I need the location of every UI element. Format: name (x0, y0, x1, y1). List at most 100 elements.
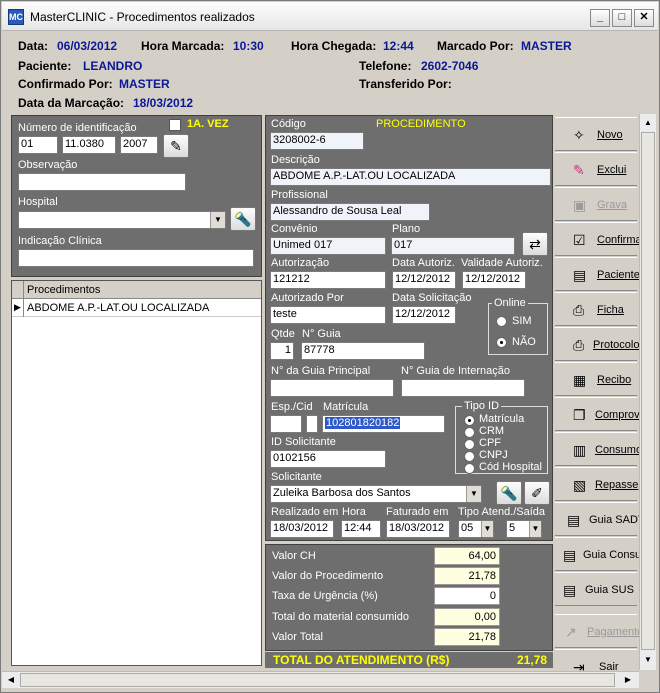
chevron-down-icon[interactable]: ▼ (466, 486, 481, 502)
hospital-search-button[interactable]: 🔦 (230, 207, 256, 231)
recibo-button[interactable]: ▦ Recibo (555, 362, 637, 396)
grava-button[interactable]: ▣ Grava (555, 187, 637, 221)
horizontal-scrollbar[interactable]: ◀ ▶ (2, 671, 639, 688)
scroll-up-icon[interactable]: ▲ (641, 115, 655, 131)
observacao-input[interactable] (18, 173, 186, 191)
consumo-button[interactable]: ▥ Consumo (555, 432, 642, 466)
indicacao-clinica-label: Indicação Clínica (18, 235, 102, 247)
maximize-button[interactable]: □ (612, 9, 632, 27)
vertical-scroll-thumb[interactable] (641, 132, 655, 650)
qtde-input[interactable]: 1 (270, 342, 294, 360)
repasse-button[interactable]: ▧ Repasse (555, 467, 638, 501)
window-title: MasterCLINIC - Procedimentos realizados (30, 10, 255, 24)
indicacao-clinica-input[interactable] (18, 249, 254, 267)
table-row[interactable]: ▶ ABDOME A.P.-LAT.OU LOCALIZADA (12, 299, 261, 317)
pagamento-button[interactable]: ↗ Pagamento (555, 614, 643, 648)
online-nao-radio[interactable] (496, 337, 507, 348)
material-consumido-value: 0,00 (434, 608, 500, 626)
tipo-id-cnpj-radio[interactable] (464, 451, 475, 462)
close-button[interactable]: ✕ (634, 9, 654, 27)
novo-button[interactable]: ✧ Novo (555, 117, 637, 151)
faturado-em-input[interactable]: 18/03/2012 (386, 520, 450, 538)
id-part3-input[interactable]: 2007 (120, 136, 158, 154)
hora-input[interactable]: 12:44 (341, 520, 381, 538)
data-autorizacao-input[interactable]: 12/12/2012 (392, 271, 456, 289)
cid-input[interactable] (306, 415, 318, 433)
guia-sadt-button[interactable]: ▤ Guia SADT (555, 502, 645, 536)
procedure-cell[interactable]: ABDOME A.P.-LAT.OU LOCALIZADA (27, 302, 209, 314)
data-solicitacao-input[interactable]: 12/12/2012 (392, 306, 456, 324)
taxa-urgencia-label: Taxa de Urgência (%) (272, 590, 378, 602)
procedures-grid[interactable]: Procedimentos ▶ ABDOME A.P.-LAT.OU LOCAL… (11, 280, 262, 666)
convenio-label: Convênio (271, 223, 318, 235)
hospital-select[interactable]: ▼ (18, 211, 226, 229)
paciente-label: Paciente: (18, 59, 72, 73)
tipo-id-cod-hospital-radio[interactable] (464, 463, 475, 474)
tipo-id-cpf-radio[interactable] (464, 439, 475, 450)
horizontal-scroll-thumb[interactable] (20, 673, 615, 687)
chevron-down-icon[interactable]: ▼ (210, 212, 225, 228)
autorizacao-input[interactable]: 121212 (270, 271, 386, 289)
id-part2-input[interactable]: 11.0380 (62, 136, 116, 154)
data-autorizacao-label: Data Autoriz. (392, 257, 455, 269)
matricula-label: Matrícula (323, 401, 369, 413)
plano-input[interactable]: 017 (391, 237, 515, 255)
procedimentos-column-header[interactable]: Procedimentos (27, 284, 100, 296)
online-nao-label: NÃO (512, 336, 536, 348)
tipo-atend-select[interactable]: 05 ▼ (458, 520, 494, 538)
exclui-button[interactable]: ✎ Exclui (555, 152, 637, 186)
row-indicator-icon: ▶ (12, 299, 24, 317)
vertical-scrollbar[interactable]: ▲ ▼ (639, 114, 656, 670)
plano-label: Plano (392, 223, 421, 235)
numero-guia-input[interactable]: 87778 (301, 342, 425, 360)
numero-guia-label: N° Guia (302, 328, 341, 340)
hora-marcada-value: 10:30 (233, 39, 264, 53)
id-solicitante-input[interactable]: 0102156 (270, 450, 386, 468)
validade-autorizacao-input[interactable]: 12/12/2012 (462, 271, 526, 289)
comprov-button[interactable]: ❐ Comprov (555, 397, 640, 431)
guia-principal-input[interactable] (270, 379, 394, 397)
scroll-left-icon[interactable]: ◀ (3, 673, 19, 687)
guia-consulta-button[interactable]: ▤ Guia Consulta (555, 537, 653, 571)
id-part1-input[interactable]: 01 (18, 136, 58, 154)
codigo-input[interactable]: 3208002-6 (270, 132, 364, 150)
minimize-button[interactable]: _ (590, 9, 610, 27)
realizado-em-input[interactable]: 18/03/2012 (270, 520, 334, 538)
app-icon: MC (8, 9, 24, 25)
convenio-input[interactable]: Unimed 017 (270, 237, 386, 255)
valor-ch-label: Valor CH (272, 550, 316, 562)
scroll-down-icon[interactable]: ▼ (641, 652, 655, 668)
chevron-down-icon[interactable]: ▼ (481, 521, 493, 537)
saida-select[interactable]: 5 ▼ (506, 520, 542, 538)
autorizado-por-label: Autorizado Por (271, 292, 344, 304)
edit-pen-button[interactable]: ✎ (163, 134, 189, 158)
primeira-vez-checkbox[interactable] (169, 119, 181, 131)
scroll-right-icon[interactable]: ▶ (620, 673, 636, 687)
descricao-input[interactable]: ABDOME A.P.-LAT.OU LOCALIZADA (270, 168, 551, 186)
tipo-id-matricula-radio[interactable] (464, 415, 475, 426)
solicitante-search-button[interactable]: 🔦 (496, 481, 522, 505)
chevron-down-icon[interactable]: ▼ (529, 521, 541, 537)
profissional-input[interactable]: Alessandro de Sousa Leal (270, 203, 430, 221)
esp-input[interactable] (270, 415, 302, 433)
online-sim-radio[interactable] (496, 316, 507, 327)
saida-value: 5 (509, 522, 516, 534)
guia-sus-button[interactable]: ▤ Guia SUS (555, 572, 637, 606)
books-icon: ▧ (573, 477, 587, 493)
solicitante-clear-button[interactable]: ✐ (524, 481, 550, 505)
autorizado-por-input[interactable]: teste (270, 306, 386, 324)
tipo-id-cnpj-label: CNPJ (479, 449, 508, 461)
swap-plano-button[interactable]: ⇄ (522, 232, 548, 256)
tipo-id-crm-radio[interactable] (464, 427, 475, 438)
matricula-input[interactable]: 102801820182 (322, 415, 445, 433)
guia-internacao-input[interactable] (401, 379, 525, 397)
paciente-button[interactable]: ▤ Paciente (555, 257, 640, 291)
ficha-button[interactable]: ⎙ Ficha (555, 292, 637, 326)
observacao-label: Observação (18, 159, 78, 171)
solicitante-select[interactable]: Zuleika Barbosa dos Santos ▼ (270, 485, 482, 503)
protocolo-button[interactable]: ⎙ Protocolo (555, 327, 639, 361)
taxa-urgencia-input[interactable]: 0 (434, 587, 500, 605)
confirma-button[interactable]: ☑ Confirma (555, 222, 642, 256)
eraser-icon: ✎ (573, 162, 585, 178)
receipt-icon: ▦ (573, 372, 587, 388)
